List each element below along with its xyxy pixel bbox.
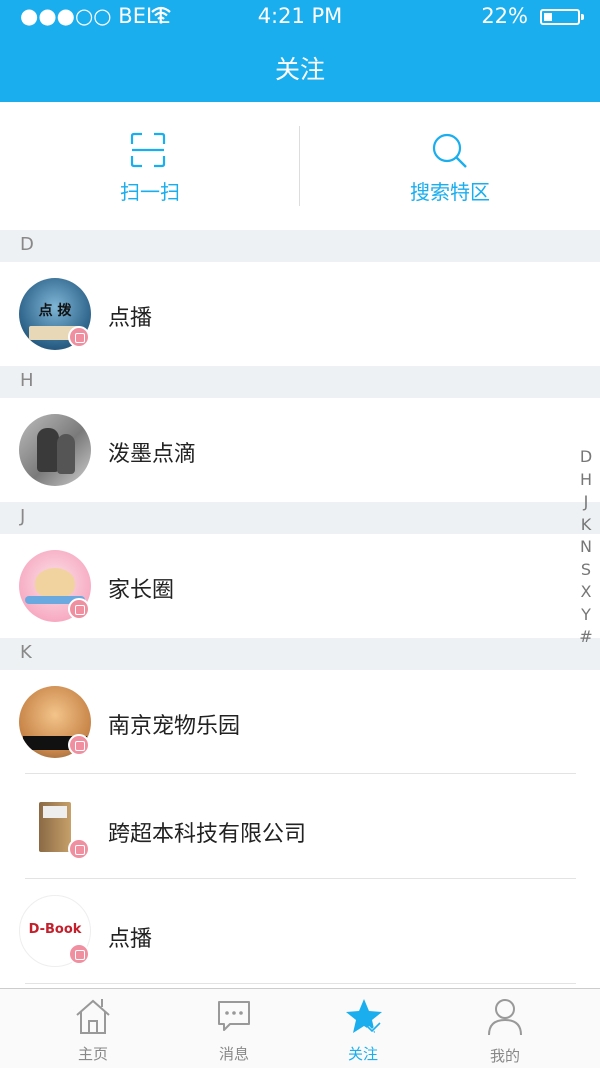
- list-item[interactable]: 南京宠物乐园: [0, 670, 600, 774]
- section-letter: D: [20, 234, 34, 255]
- tab-messages[interactable]: 消息: [159, 989, 309, 1068]
- row-name: 跨超本科技有限公司: [108, 822, 307, 847]
- status-bar: ●●●○○ BELL 4:21 PM 22%: [0, 0, 600, 34]
- badge-icon: [68, 734, 90, 756]
- list-item[interactable]: 泼墨点滴: [0, 398, 600, 502]
- avatar: [19, 414, 91, 486]
- index-letter[interactable]: N: [578, 536, 594, 559]
- badge-icon: [68, 598, 90, 620]
- badge-icon: [68, 943, 90, 965]
- message-icon: [218, 1001, 250, 1031]
- row-name: 家长圈: [108, 578, 175, 603]
- badge-icon: [68, 838, 90, 860]
- list-item[interactable]: 点 拨 点播: [0, 262, 600, 366]
- row-name: 点播: [108, 306, 153, 331]
- section-header-h: H: [0, 366, 600, 398]
- tab-profile[interactable]: 我的: [430, 989, 580, 1068]
- home-icon: [76, 999, 110, 1034]
- index-letter[interactable]: D: [578, 446, 594, 469]
- index-letter[interactable]: X: [578, 581, 594, 604]
- list-item[interactable]: D-Book 点播: [0, 879, 600, 983]
- section-header-d: D: [0, 230, 600, 262]
- search-zone-label: 搜索特区: [410, 180, 490, 204]
- tab-follow[interactable]: 关注: [288, 989, 438, 1068]
- section-letter: K: [20, 642, 32, 663]
- list-item[interactable]: 家长圈: [0, 534, 600, 638]
- scan-button[interactable]: 扫一扫: [0, 102, 300, 230]
- tab-label: 关注: [347, 1045, 378, 1063]
- search-zone-button[interactable]: 搜索特区: [300, 102, 600, 230]
- badge-icon: [68, 326, 90, 348]
- alphabet-index[interactable]: D H J K N S X Y #: [578, 446, 594, 649]
- search-icon: [432, 133, 467, 168]
- row-name: 泼墨点滴: [108, 442, 197, 467]
- battery-percent: 22%: [481, 4, 528, 28]
- index-letter[interactable]: H: [578, 469, 594, 492]
- scan-label: 扫一扫: [120, 180, 180, 204]
- row-name: 点播: [108, 927, 153, 952]
- index-letter[interactable]: J: [578, 491, 594, 514]
- battery-icon: [540, 9, 584, 25]
- top-bar: ●●●○○ BELL 4:21 PM 22% 关注: [0, 0, 600, 102]
- section-header-k: K: [0, 638, 600, 670]
- tab-home[interactable]: 主页: [18, 989, 168, 1068]
- row-name: 南京宠物乐园: [108, 714, 241, 739]
- index-letter[interactable]: #: [578, 626, 594, 649]
- index-letter[interactable]: S: [578, 559, 594, 582]
- page-title: 关注: [274, 55, 325, 84]
- tab-label: 我的: [489, 1047, 520, 1065]
- list-item[interactable]: 跨超本科技有限公司: [0, 774, 600, 878]
- avatar-text: 点 拨: [38, 303, 72, 319]
- index-letter[interactable]: K: [578, 514, 594, 537]
- section-letter: H: [20, 370, 34, 391]
- action-bar: 扫一扫 搜索特区: [0, 102, 600, 230]
- tab-bar: 主页 消息 关注 我的: [0, 988, 600, 1068]
- row-divider: [25, 983, 576, 984]
- scan-icon: [130, 132, 166, 168]
- user-icon: [488, 999, 522, 1036]
- tab-label: 消息: [218, 1045, 249, 1063]
- star-icon: [346, 999, 382, 1034]
- avatar-text: D-Book: [28, 922, 82, 937]
- tab-label: 主页: [77, 1045, 108, 1063]
- section-letter: J: [20, 506, 26, 527]
- section-header-j: J: [0, 502, 600, 534]
- index-letter[interactable]: Y: [578, 604, 594, 627]
